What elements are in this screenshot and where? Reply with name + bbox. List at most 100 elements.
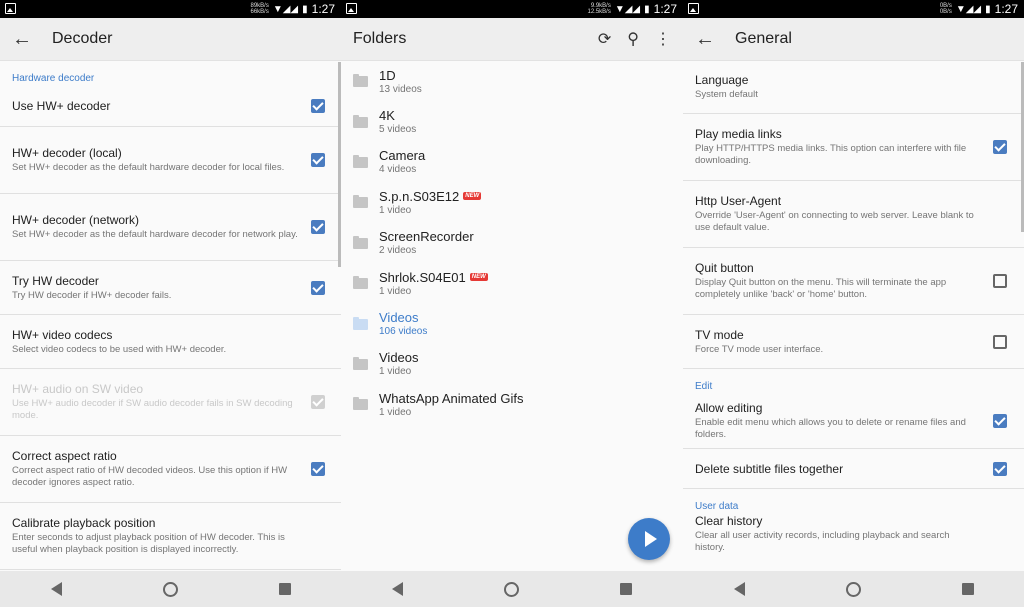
nav-home-icon[interactable] bbox=[845, 581, 861, 597]
folder-icon bbox=[353, 154, 368, 168]
setting-summary: Try HW decoder if HW+ decoder fails. bbox=[12, 289, 172, 301]
setting-row[interactable]: Language System default bbox=[683, 61, 1024, 114]
folder-item[interactable]: 1D 13 videos bbox=[341, 61, 683, 101]
setting-summary: Use HW+ audio decoder if SW audio decode… bbox=[12, 398, 293, 421]
setting-row[interactable]: Clear history Clear all user activity rec… bbox=[683, 514, 1024, 554]
setting-row[interactable]: Http User-Agent Override 'User-Agent' on … bbox=[683, 181, 1024, 248]
refresh-icon[interactable]: ⟳ bbox=[598, 29, 611, 49]
checkbox-checked[interactable] bbox=[993, 414, 1007, 428]
checkbox-unchecked[interactable] bbox=[993, 334, 1007, 349]
folder-name-line: Shrlok.S04E01 NEW bbox=[379, 270, 683, 285]
setting-row[interactable]: HW+ decoder (network) Set HW+ decoder as … bbox=[0, 194, 341, 261]
checkbox-unchecked[interactable] bbox=[993, 274, 1007, 288]
nav-home-icon[interactable] bbox=[162, 581, 178, 597]
folder-name: Videos bbox=[379, 350, 419, 366]
play-fab-button[interactable] bbox=[628, 518, 670, 560]
folders-screen: 9.9kB/s 12.5kB/s ▼◢◢ ▮ 1:27 Folders ⟳ ⚲ ⋮… bbox=[341, 0, 683, 607]
nav-recents-icon[interactable] bbox=[961, 583, 974, 595]
folder-list[interactable]: 1D 13 videos 4K 5 videos Camera 4 videos S.p.n… bbox=[341, 61, 683, 571]
setting-title: Http User-Agent bbox=[695, 194, 782, 208]
nav-recents-icon[interactable] bbox=[278, 583, 291, 595]
checkbox-checked[interactable] bbox=[993, 461, 1007, 476]
folder-item[interactable]: ScreenRecorder 2 videos bbox=[341, 223, 683, 263]
checkbox-checked[interactable] bbox=[311, 280, 325, 295]
network-speed: 9.9kB/s 12.5kB/s bbox=[587, 3, 611, 15]
folder-item[interactable]: Videos 106 videos bbox=[341, 303, 683, 343]
setting-summary: Enter seconds to adjust playback positio… bbox=[12, 532, 285, 555]
battery-icon: ▮ bbox=[302, 3, 308, 15]
setting-summary: Correct aspect ratio of HW decoded video… bbox=[12, 465, 288, 488]
setting-row[interactable]: Use HW+ decoder bbox=[0, 86, 341, 127]
clock: 1:27 bbox=[311, 2, 335, 16]
more-options-icon[interactable]: ⋮ bbox=[655, 29, 671, 49]
folder-name-line: WhatsApp Animated Gifs bbox=[379, 391, 683, 406]
back-arrow-icon[interactable]: ← bbox=[2, 28, 42, 51]
folder-item[interactable]: Videos 1 video bbox=[341, 344, 683, 384]
folder-name-line: 4K bbox=[379, 108, 683, 123]
video-count: 1 video bbox=[379, 406, 412, 418]
nav-back-icon[interactable] bbox=[391, 582, 403, 596]
setting-row[interactable]: TV mode Force TV mode user interface. bbox=[683, 315, 1024, 369]
page-title: Folders bbox=[353, 30, 407, 47]
checkbox-checked[interactable] bbox=[311, 462, 325, 476]
checkbox-checked[interactable] bbox=[311, 99, 325, 113]
setting-row[interactable]: Try HW decoder Try HW decoder if HW+ deco… bbox=[0, 261, 341, 315]
folder-item[interactable]: Shrlok.S04E01 NEW 1 video bbox=[341, 263, 683, 303]
folder-item[interactable]: S.p.n.S03E12 NEW 1 video bbox=[341, 182, 683, 222]
search-icon[interactable]: ⚲ bbox=[627, 29, 639, 49]
setting-summary: System default bbox=[695, 89, 758, 100]
nav-back-icon[interactable] bbox=[50, 582, 62, 596]
setting-title: Correct aspect ratio bbox=[12, 449, 117, 463]
gallery-notification-icon bbox=[5, 3, 16, 14]
folder-name-line: Videos bbox=[379, 350, 683, 365]
settings-list[interactable]: Hardware decoder Use HW+ decoder HW+ deco… bbox=[0, 61, 341, 571]
setting-row[interactable]: Quit button Display Quit button on the me… bbox=[683, 248, 1024, 315]
setting-title: TV mode bbox=[695, 327, 744, 342]
setting-summary: Clear all user activity records, includi… bbox=[695, 530, 950, 553]
nav-back-icon[interactable] bbox=[733, 582, 745, 596]
folder-name-line: Videos bbox=[379, 310, 683, 325]
setting-title: Clear history bbox=[695, 514, 763, 528]
setting-summary: Force TV mode user interface. bbox=[695, 343, 824, 355]
setting-summary: Override 'User-Agent' on connecting to w… bbox=[695, 210, 974, 233]
system-nav-bar bbox=[0, 571, 341, 607]
page-title: General bbox=[735, 30, 792, 47]
section-header: User data bbox=[695, 501, 739, 512]
section-header: Edit bbox=[695, 381, 713, 392]
nav-home-icon[interactable] bbox=[503, 581, 519, 597]
back-arrow-icon[interactable]: ← bbox=[685, 28, 725, 51]
video-count: 1 video bbox=[379, 366, 412, 378]
setting-summary: Set HW+ decoder as the default hardware … bbox=[12, 229, 298, 240]
folder-icon bbox=[353, 276, 368, 290]
nav-recents-icon[interactable] bbox=[620, 583, 633, 595]
setting-row: HW+ audio on SW video Use HW+ audio decod… bbox=[0, 369, 341, 436]
checkbox-checked[interactable] bbox=[993, 140, 1007, 154]
setting-row[interactable]: Correct aspect ratio Correct aspect ratio… bbox=[0, 436, 341, 503]
folder-item[interactable]: 4K 5 videos bbox=[341, 101, 683, 141]
setting-summary: Enable edit menu which allows you to del… bbox=[695, 417, 966, 440]
setting-title: HW+ audio on SW video bbox=[12, 382, 144, 396]
folder-icon bbox=[353, 316, 368, 330]
setting-summary: Select video codecs to be used with HW+ … bbox=[12, 343, 227, 355]
status-bar: 89kB/s 66kB/s ▼◢◢ ▮ 1:27 bbox=[0, 0, 341, 18]
setting-row[interactable]: Calibrate playback position Enter seconds… bbox=[0, 503, 341, 570]
checkbox-checked[interactable] bbox=[311, 153, 325, 167]
new-badge: NEW bbox=[463, 192, 482, 201]
setting-row[interactable]: Allow editing Enable edit menu which allo… bbox=[683, 394, 1024, 449]
folder-item[interactable]: WhatsApp Animated Gifs 1 video bbox=[341, 384, 683, 424]
folder-name: 1D bbox=[379, 67, 396, 83]
setting-row[interactable]: HW+ video codecs Select video codecs to b… bbox=[0, 315, 341, 369]
video-count: 13 videos bbox=[379, 83, 422, 95]
battery-icon: ▮ bbox=[985, 3, 991, 15]
page-title: Decoder bbox=[52, 30, 113, 47]
setting-row[interactable]: Play media links Play HTTP/HTTPS media li… bbox=[683, 114, 1024, 181]
signal-icon: ▼◢◢ bbox=[272, 3, 299, 15]
setting-title: HW+ decoder (local) bbox=[12, 146, 122, 160]
setting-row[interactable]: HW+ decoder (local) Set HW+ decoder as th… bbox=[0, 127, 341, 194]
system-nav-bar bbox=[683, 571, 1024, 607]
folder-icon bbox=[353, 235, 368, 249]
checkbox-checked[interactable] bbox=[311, 220, 325, 234]
setting-row[interactable]: Delete subtitle files together bbox=[683, 449, 1024, 489]
folder-item[interactable]: Camera 4 videos bbox=[341, 142, 683, 182]
settings-list[interactable]: Language System default Play media links Pl… bbox=[683, 61, 1024, 571]
